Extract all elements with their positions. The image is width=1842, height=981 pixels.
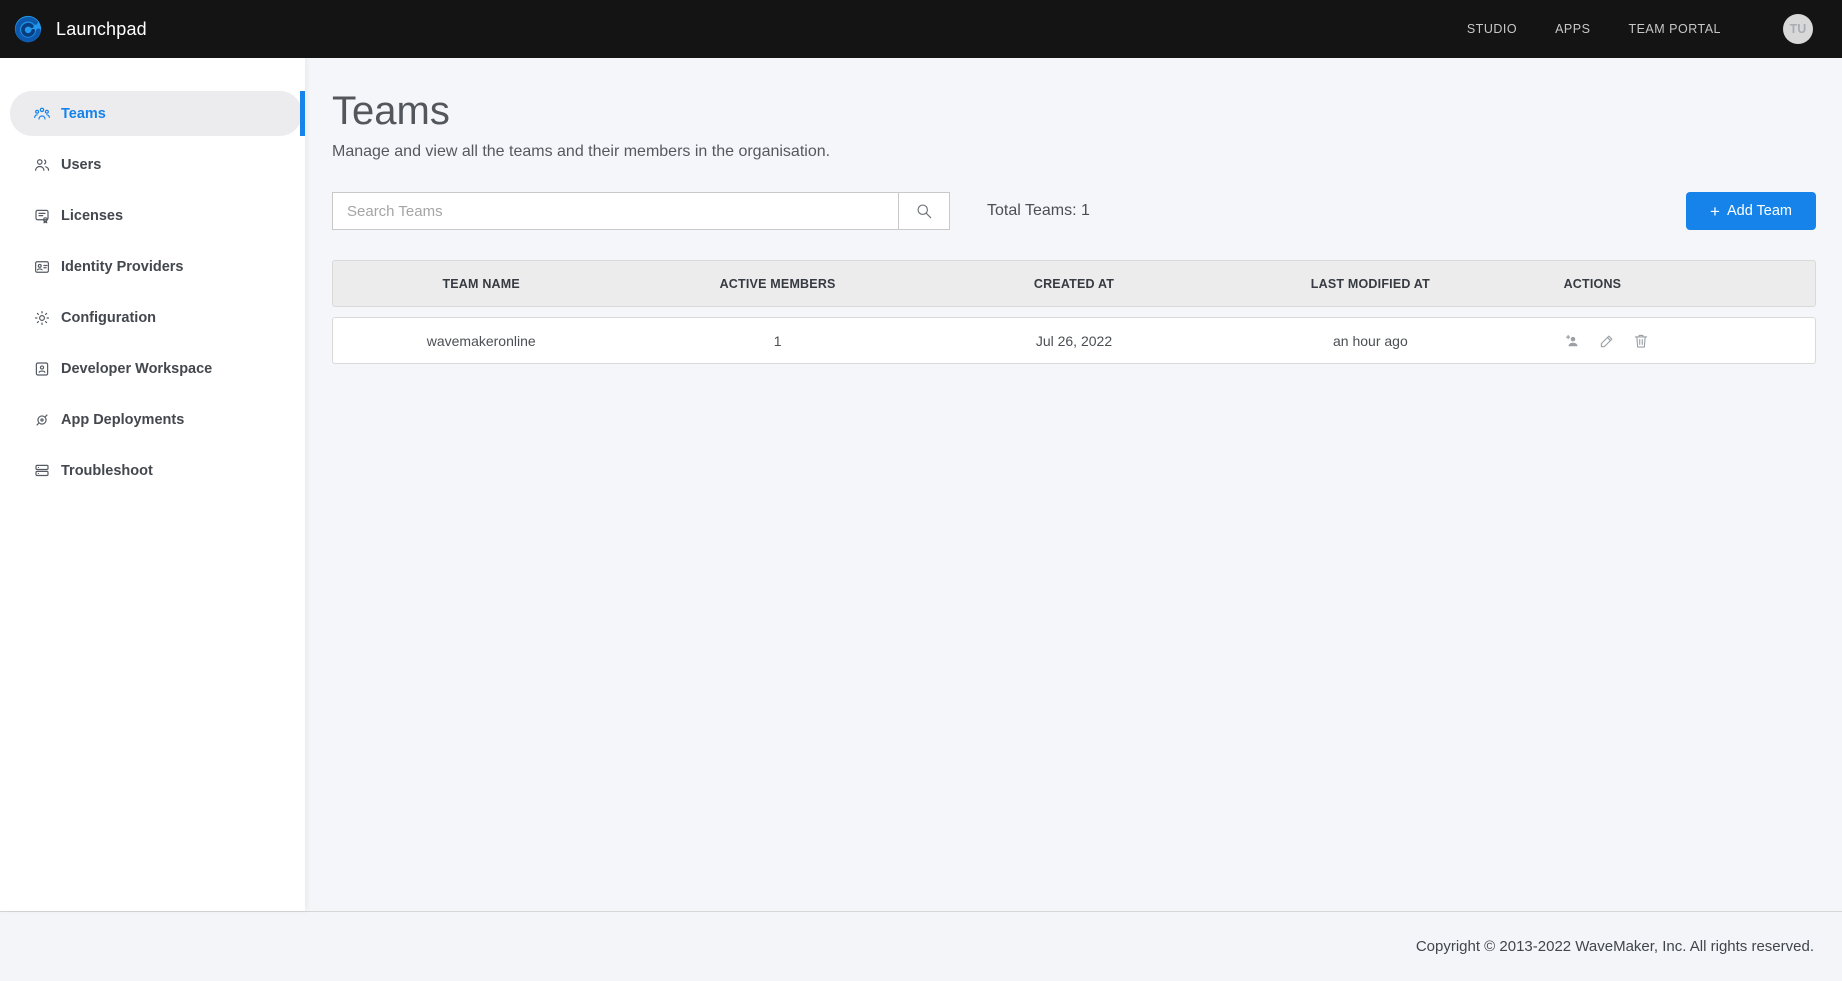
nav-studio[interactable]: STUDIO	[1467, 22, 1517, 36]
sidebar-item-users[interactable]: Users	[10, 142, 302, 187]
total-teams-label: Total Teams: 1	[987, 202, 1090, 220]
column-header-last-modified-at: LAST MODIFIED AT	[1222, 277, 1518, 291]
developer-workspace-icon	[33, 360, 51, 378]
main-content: Teams Manage and view all the teams and …	[305, 58, 1842, 911]
sidebar-item-label: Teams	[61, 106, 106, 122]
top-nav: STUDIO APPS TEAM PORTAL TU	[1467, 14, 1813, 44]
sidebar-item-developer-workspace[interactable]: Developer Workspace	[10, 346, 302, 391]
page-subtitle: Manage and view all the teams and their …	[332, 143, 1816, 161]
last-modified-at-cell: an hour ago	[1222, 333, 1518, 349]
teams-table: TEAM NAME ACTIVE MEMBERS CREATED AT LAST…	[332, 260, 1816, 364]
sidebar-item-label: Licenses	[61, 208, 123, 224]
toolbar: Total Teams: 1 + Add Team	[332, 192, 1816, 230]
nav-apps[interactable]: APPS	[1555, 22, 1590, 36]
sidebar-item-teams[interactable]: Teams	[10, 91, 302, 136]
created-at-cell: Jul 26, 2022	[926, 333, 1222, 349]
add-member-icon[interactable]	[1564, 332, 1582, 350]
add-team-button[interactable]: + Add Team	[1686, 192, 1816, 230]
app-deployments-icon	[33, 411, 51, 429]
column-header-actions: ACTIONS	[1519, 277, 1815, 291]
sidebar-item-label: App Deployments	[61, 412, 184, 428]
teams-icon	[33, 105, 51, 123]
column-header-active-members: ACTIVE MEMBERS	[629, 277, 925, 291]
footer: Copyright © 2013-2022 WaveMaker, Inc. Al…	[0, 911, 1842, 981]
sidebar-item-label: Identity Providers	[61, 259, 183, 275]
sidebar-item-label: Configuration	[61, 310, 156, 326]
configuration-icon	[33, 309, 51, 327]
actions-cell	[1519, 332, 1815, 350]
sidebar-item-label: Troubleshoot	[61, 463, 153, 479]
wavemaker-logo-icon	[13, 14, 43, 44]
body: Teams Users Licenses	[0, 58, 1842, 911]
sidebar-item-identity-providers[interactable]: Identity Providers	[10, 244, 302, 289]
column-header-created-at: CREATED AT	[926, 277, 1222, 291]
search-button[interactable]	[898, 193, 949, 229]
users-icon	[33, 156, 51, 174]
copyright-text: Copyright © 2013-2022 WaveMaker, Inc. Al…	[1416, 938, 1814, 955]
edit-icon[interactable]	[1598, 332, 1616, 350]
top-bar: Launchpad STUDIO APPS TEAM PORTAL TU	[0, 0, 1842, 58]
sidebar-item-licenses[interactable]: Licenses	[10, 193, 302, 238]
add-team-label: Add Team	[1727, 203, 1792, 219]
licenses-icon	[33, 207, 51, 225]
troubleshoot-icon	[33, 462, 51, 480]
plus-icon: +	[1710, 203, 1720, 220]
sidebar-item-label: Users	[61, 157, 101, 173]
page-title: Teams	[332, 88, 1816, 134]
brand[interactable]: Launchpad	[13, 14, 147, 44]
table-header-row: TEAM NAME ACTIVE MEMBERS CREATED AT LAST…	[332, 260, 1816, 307]
sidebar-item-label: Developer Workspace	[61, 361, 212, 377]
search-input[interactable]	[333, 193, 898, 229]
delete-icon[interactable]	[1632, 332, 1650, 350]
sidebar-item-troubleshoot[interactable]: Troubleshoot	[10, 448, 302, 493]
search-box	[332, 192, 950, 230]
team-name-cell: wavemakeronline	[333, 333, 629, 349]
column-header-team-name: TEAM NAME	[333, 277, 629, 291]
sidebar-item-app-deployments[interactable]: App Deployments	[10, 397, 302, 442]
sidebar-item-configuration[interactable]: Configuration	[10, 295, 302, 340]
nav-team-portal[interactable]: TEAM PORTAL	[1628, 22, 1721, 36]
search-icon	[914, 201, 934, 221]
table-row[interactable]: wavemakeronline 1 Jul 26, 2022 an hour a…	[332, 317, 1816, 364]
active-members-cell: 1	[629, 333, 925, 349]
identity-providers-icon	[33, 258, 51, 276]
launchpad-app: Launchpad STUDIO APPS TEAM PORTAL TU Tea…	[0, 0, 1842, 981]
sidebar: Teams Users Licenses	[0, 58, 305, 911]
user-avatar[interactable]: TU	[1783, 14, 1813, 44]
brand-title: Launchpad	[56, 19, 147, 40]
